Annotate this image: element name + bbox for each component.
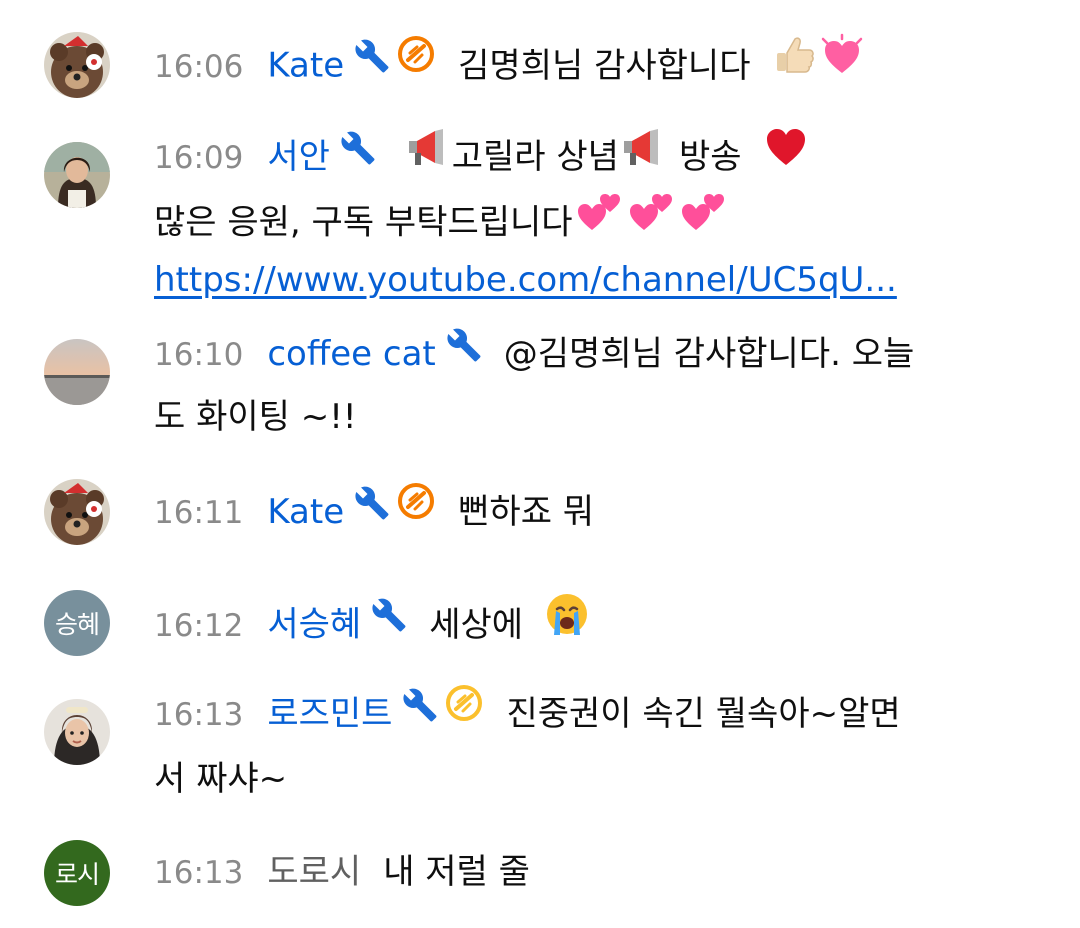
- message-text: 세상에: [429, 604, 524, 645]
- message-body: 16:06 Kate 김명희님 감사합니다: [154, 33, 1034, 98]
- member-badge-icon: [396, 34, 436, 92]
- avatar[interactable]: 승혜: [44, 590, 110, 656]
- crying-face-icon: [544, 591, 590, 655]
- avatar[interactable]: [44, 479, 110, 545]
- message-body: 16:13 로즈민트 진중권이 속긴 뭘속아~알면: [154, 683, 1034, 745]
- message-text-line: 서 짜샤~: [154, 750, 287, 808]
- timestamp: 16:13: [154, 697, 244, 733]
- message-text: 방송: [678, 137, 742, 177]
- avatar[interactable]: [44, 699, 110, 765]
- wrench-icon: [340, 126, 376, 184]
- avatar[interactable]: [44, 339, 110, 405]
- message-text: 고릴라 상념: [451, 137, 619, 177]
- megaphone-icon: [620, 127, 666, 185]
- message-text-line: 도 화이팅 ~!!: [154, 388, 356, 446]
- avatar-initials: 로시: [54, 860, 100, 889]
- message-text: 김명희님 감사합니다: [458, 45, 751, 86]
- wrench-icon: [354, 34, 390, 92]
- message-text: 서 짜샤~: [154, 759, 288, 799]
- sparkling-heart-icon: [819, 33, 865, 95]
- message-body: 16:12 서승혜 세상에: [154, 594, 1034, 658]
- avatar[interactable]: [44, 142, 110, 208]
- author-name[interactable]: Kate: [267, 492, 344, 532]
- two-hearts-icon: [574, 190, 624, 252]
- megaphone-icon: [405, 127, 451, 185]
- author-name[interactable]: 서안: [267, 137, 330, 177]
- avatar-initials: 승혜: [54, 610, 100, 639]
- message-text: 내 저럴 줄: [383, 852, 530, 892]
- two-hearts-icon: [626, 190, 676, 252]
- wrench-icon: [446, 323, 482, 381]
- timestamp: 16:06: [154, 48, 244, 85]
- message-text: 뻔하죠 뭐: [458, 492, 595, 532]
- message-text: 진중권이 속긴 뭘속아~알면: [506, 694, 901, 734]
- channel-link[interactable]: https://www.youtube.com/channel/UC5qU...: [154, 260, 897, 300]
- message-text-line: 많은 응원, 구독 부탁드립니다: [154, 193, 729, 255]
- author-name[interactable]: 로즈민트: [267, 694, 392, 734]
- wrench-icon: [371, 593, 407, 651]
- timestamp: 16:09: [154, 140, 244, 176]
- message-body: 16:13 도로시 내 저럴 줄: [154, 843, 1034, 902]
- two-hearts-icon: [678, 190, 728, 252]
- message-text: @김명희님 감사합니다. 오늘: [503, 334, 915, 374]
- thumbs-up-icon: [773, 33, 817, 95]
- timestamp: 16:12: [154, 607, 244, 644]
- avatar[interactable]: [44, 32, 110, 98]
- member-badge-icon: [396, 481, 436, 539]
- message-body: 16:10 coffee cat @김명희님 감사합니다. 오늘: [154, 325, 1034, 385]
- author-name[interactable]: 도로시: [267, 852, 361, 892]
- wrench-icon: [402, 683, 438, 741]
- timestamp: 16:13: [154, 855, 244, 891]
- author-name[interactable]: coffee cat: [267, 334, 435, 374]
- timestamp: 16:11: [154, 495, 244, 531]
- message-text: 도 화이팅 ~!!: [154, 397, 357, 437]
- message-text: 많은 응원, 구독 부탁드립니다: [154, 202, 573, 243]
- author-name[interactable]: Kate: [267, 46, 344, 86]
- heart-icon: [764, 127, 808, 185]
- message-link-line: https://www.youtube.com/channel/UC5qU...: [154, 251, 897, 309]
- message-body: 16:09 서안 고릴라 상념 방송: [154, 128, 1034, 188]
- message-body: 16:11 Kate 뻔하죠 뭐: [154, 481, 1034, 543]
- avatar[interactable]: 로시: [44, 840, 110, 906]
- wrench-icon: [354, 481, 390, 539]
- timestamp: 16:10: [154, 337, 244, 373]
- author-name[interactable]: 서승혜: [267, 605, 361, 645]
- member-badge-icon: [444, 683, 484, 741]
